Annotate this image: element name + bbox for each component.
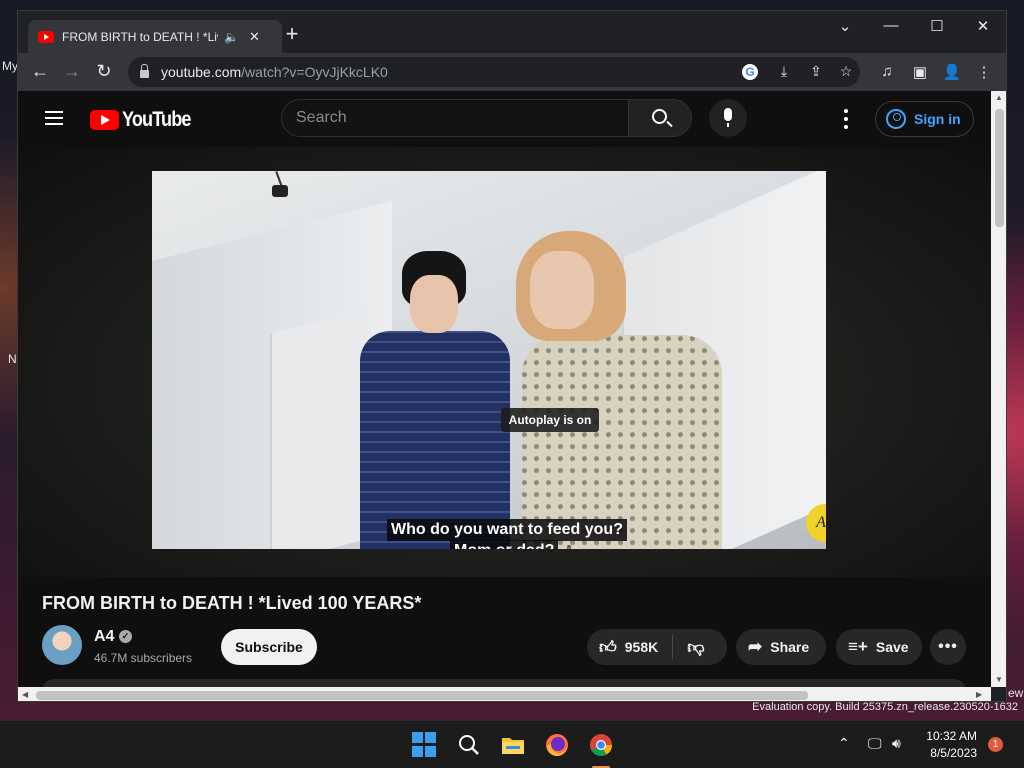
- save-button[interactable]: ≡+ Save: [836, 629, 922, 665]
- account-circle-icon: [886, 109, 906, 129]
- scroll-right-arrow-icon[interactable]: ▶: [976, 690, 982, 699]
- autoplay-tooltip: Autoplay is on: [501, 408, 599, 432]
- volume-icon[interactable]: 🔊︎: [892, 735, 901, 752]
- reload-icon[interactable]: ↻: [92, 61, 116, 81]
- scroll-up-arrow-icon[interactable]: ▲: [995, 93, 1003, 102]
- start-windows-icon[interactable]: [412, 732, 438, 758]
- youtube-logo-text: YouTube: [122, 108, 191, 131]
- new-tab-button[interactable]: +: [280, 23, 304, 45]
- thumbs-down-icon: 👎︎: [687, 637, 705, 657]
- search-icon: [652, 109, 667, 124]
- sign-in-label: Sign in: [914, 111, 961, 127]
- video-player[interactable]: Autoplay is on Who do you want to feed y…: [152, 171, 826, 549]
- more-horizontal-icon: •••: [938, 638, 958, 655]
- vertical-scrollbar[interactable]: ▲ ▼: [991, 91, 1006, 687]
- evaluation-watermark: Evaluation copy. Build 25375.zn_release.…: [752, 701, 1018, 713]
- profile-icon[interactable]: 👤: [941, 63, 963, 81]
- voice-search-button[interactable]: [709, 99, 747, 137]
- player-area: Autoplay is on Who do you want to feed y…: [18, 147, 991, 577]
- like-dislike-group: 👍︎ 958K 👎︎: [587, 629, 727, 665]
- scroll-left-arrow-icon[interactable]: ◀: [22, 690, 28, 699]
- show-hidden-icons-chevron-icon[interactable]: ⌃: [838, 735, 850, 752]
- verified-badge-icon: ✓: [119, 630, 132, 643]
- channel-avatar[interactable]: [42, 625, 82, 665]
- settings-kebab-icon[interactable]: [840, 109, 852, 129]
- address-bar[interactable]: youtube.com/watch?v=OyvJjKkcLK0 G ⤓ ⇪ ☆: [128, 57, 860, 87]
- share-arrow-icon: ➦: [748, 637, 763, 656]
- speaker-icon[interactable]: 🔈: [224, 30, 239, 44]
- channel-name[interactable]: A4: [94, 628, 114, 646]
- youtube-play-icon: [90, 110, 119, 130]
- browser-tab-youtube[interactable]: FROM BIRTH to DEATH ! *Lived 100 YEARS* …: [28, 20, 282, 53]
- tab-strip: FROM BIRTH to DEATH ! *Lived 100 YEARS* …: [18, 11, 1006, 53]
- close-window-button[interactable]: ✕: [968, 17, 998, 35]
- url-text[interactable]: youtube.com/watch?v=OyvJjKkcLK0: [161, 64, 388, 80]
- clock-time[interactable]: 10:32 AM: [926, 729, 977, 743]
- media-controls-icon[interactable]: ♫: [876, 63, 898, 80]
- desktop-icon-label[interactable]: ew: [1008, 686, 1023, 700]
- bookmark-star-icon[interactable]: ☆: [836, 63, 856, 80]
- youtube-page: YouTube Sign in: [18, 91, 991, 687]
- chrome-menu-icon[interactable]: ⋮: [973, 63, 995, 81]
- desktop-icon-label[interactable]: N: [8, 352, 17, 366]
- like-count: 958K: [624, 639, 659, 655]
- file-explorer-icon[interactable]: [500, 732, 526, 758]
- vertical-scroll-thumb[interactable]: [995, 109, 1004, 227]
- side-panel-icon[interactable]: ▣: [909, 63, 931, 81]
- description-box[interactable]: [42, 679, 966, 687]
- youtube-header: YouTube Sign in: [18, 91, 991, 147]
- notification-badge[interactable]: 1: [988, 737, 1003, 752]
- caption-line-1: Who do you want to feed you?: [387, 519, 627, 541]
- share-label: Share: [770, 639, 810, 655]
- youtube-favicon-icon: [38, 30, 54, 43]
- search-input[interactable]: [296, 109, 596, 127]
- subscribe-button[interactable]: Subscribe: [221, 629, 317, 665]
- chrome-icon[interactable]: [588, 732, 614, 758]
- share-button[interactable]: ➦ Share: [736, 629, 826, 665]
- dislike-button[interactable]: 👎︎: [673, 635, 718, 659]
- tab-close-icon[interactable]: ✕: [249, 29, 260, 45]
- network-icon[interactable]: 🖵: [868, 735, 882, 752]
- video-scene-lamp: [272, 171, 288, 201]
- caption-line-2: Mom or dad?: [450, 540, 559, 549]
- desktop-icon-label[interactable]: My: [2, 59, 18, 73]
- maximize-button[interactable]: ☐: [922, 17, 952, 35]
- clock-date[interactable]: 8/5/2023: [930, 746, 977, 760]
- minimize-button[interactable]: —: [876, 17, 906, 34]
- video-person-left: [352, 251, 510, 549]
- youtube-logo[interactable]: YouTube: [90, 108, 202, 132]
- lock-icon[interactable]: [140, 64, 149, 78]
- microphone-icon: [724, 108, 732, 127]
- more-actions-button[interactable]: •••: [930, 629, 966, 665]
- search-button[interactable]: [628, 99, 692, 137]
- hand-cursor-icon: [567, 545, 571, 549]
- install-app-icon[interactable]: ⤓: [774, 63, 794, 80]
- browser-window: FROM BIRTH to DEATH ! *Lived 100 YEARS* …: [17, 10, 1007, 702]
- taskbar-search-icon[interactable]: [456, 732, 482, 758]
- tab-title: FROM BIRTH to DEATH ! *Lived 100 YEARS* …: [62, 29, 218, 44]
- scroll-down-arrow-icon[interactable]: ▼: [995, 675, 1003, 684]
- share-page-icon[interactable]: ⇪: [806, 63, 826, 80]
- tab-search-chevron-icon[interactable]: ⌄: [830, 17, 860, 35]
- forward-arrow-icon[interactable]: →: [60, 61, 84, 81]
- firefox-icon[interactable]: [544, 732, 570, 758]
- subscriber-count: 46.7M subscribers: [94, 651, 193, 665]
- taskbar: ⌃ 🖵 🔊︎ 10:32 AM 8/5/2023: [0, 720, 1024, 768]
- save-label: Save: [875, 639, 909, 655]
- browser-toolbar: ← → ↻ youtube.com/watch?v=OyvJjKkcLK0 G …: [18, 53, 1006, 91]
- thumbs-up-icon: 👍︎: [599, 637, 617, 657]
- video-person-right: [502, 231, 722, 549]
- playlist-add-icon: ≡+: [848, 637, 868, 656]
- horizontal-scroll-thumb[interactable]: [36, 691, 808, 700]
- menu-icon[interactable]: [45, 111, 63, 125]
- google-lens-icon[interactable]: G: [742, 64, 758, 80]
- horizontal-scrollbar[interactable]: ◀ ▶: [18, 687, 991, 701]
- back-arrow-icon[interactable]: ←: [28, 61, 52, 81]
- like-button[interactable]: 👍︎ 958K: [587, 635, 674, 659]
- search-box[interactable]: [281, 99, 629, 137]
- sign-in-button[interactable]: Sign in: [875, 101, 974, 137]
- video-title: FROM BIRTH to DEATH ! *Lived 100 YEARS*: [42, 593, 422, 613]
